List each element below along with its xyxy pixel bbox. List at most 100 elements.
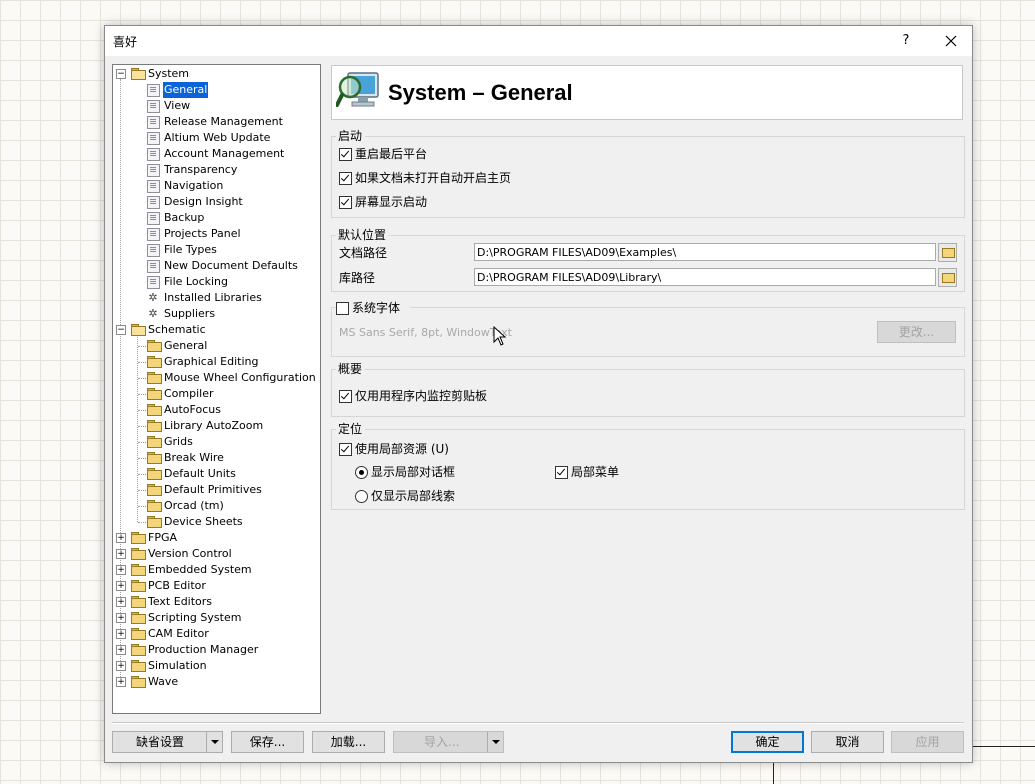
tree-item[interactable]: + Wave [113, 674, 318, 690]
expand-icon[interactable]: + [116, 565, 126, 575]
group-title: 默认位置 [336, 228, 390, 242]
folder-icon [131, 596, 146, 608]
library-path-browse-button[interactable] [938, 268, 957, 287]
expand-icon[interactable]: + [116, 581, 126, 591]
tree-label: FPGA [148, 531, 178, 544]
document-path-input[interactable]: D:\PROGRAM FILES\AD09\Examples\ [474, 243, 936, 261]
tree-item[interactable]: − Schematic [113, 322, 318, 338]
tree-item[interactable]: New Document Defaults [113, 258, 318, 274]
tree-item[interactable]: Break Wire [113, 450, 318, 466]
tree-item[interactable]: + Production Manager [113, 642, 318, 658]
save-button[interactable]: 保存... [231, 731, 304, 753]
folder-icon [147, 388, 162, 400]
tree-item[interactable]: + Embedded System [113, 562, 318, 578]
tree-label: Orcad (tm) [164, 499, 224, 512]
localization-group: 定位 使用局部资源 (U) 显示局部对话框 仅显示局部线索 局部菜单 [331, 422, 965, 510]
apply-button[interactable]: 应用 [891, 731, 964, 753]
close-button[interactable] [931, 26, 971, 56]
folder-open-icon [942, 248, 955, 258]
tree-item[interactable]: Altium Web Update [113, 130, 318, 146]
tree-item[interactable]: Mouse Wheel Configuration [113, 370, 318, 386]
tree-item[interactable]: Design Insight [113, 194, 318, 210]
tree-label: Simulation [148, 659, 207, 672]
expand-icon[interactable]: + [116, 533, 126, 543]
tree-item[interactable]: File Locking [113, 274, 318, 290]
tree-label: Embedded System [148, 563, 252, 576]
library-path-input[interactable]: D:\PROGRAM FILES\AD09\Library\ [474, 268, 936, 286]
defaults-split-button[interactable]: 缺省设置 [112, 731, 223, 753]
expand-icon[interactable]: + [116, 597, 126, 607]
tree-item[interactable]: Compiler [113, 386, 318, 402]
tree-item[interactable]: Device Sheets [113, 514, 318, 530]
tree-item[interactable]: + Scripting System [113, 610, 318, 626]
page-icon [147, 276, 160, 289]
tree-item[interactable]: + PCB Editor [113, 578, 318, 594]
tree-label: Projects Panel [164, 227, 241, 240]
import-split-button[interactable]: 导入... [393, 731, 504, 753]
load-button[interactable]: 加载... [312, 731, 385, 753]
tree-label: PCB Editor [148, 579, 206, 592]
tree-item[interactable]: Projects Panel [113, 226, 318, 242]
radio-circle [355, 466, 368, 479]
folder-icon [131, 676, 146, 688]
tree-item[interactable]: Grids [113, 434, 318, 450]
chevron-down-icon[interactable] [487, 732, 503, 752]
tree-item[interactable]: Default Primitives [113, 482, 318, 498]
tree-item[interactable]: ✲ Installed Libraries [113, 290, 318, 306]
tree-item[interactable]: Backup [113, 210, 318, 226]
tree-item[interactable]: + FPGA [113, 530, 318, 546]
tree-item[interactable]: Release Management [113, 114, 318, 130]
folder-icon [131, 68, 146, 80]
folder-icon [131, 660, 146, 672]
general-group: 概要 仅用用程序内监控剪贴板 [331, 362, 965, 417]
checkbox-box [339, 196, 352, 209]
title-bar: 喜好 ? [105, 26, 972, 56]
tree-item[interactable]: Orcad (tm) [113, 498, 318, 514]
tree-item[interactable]: Default Units [113, 466, 318, 482]
tree-label: General [163, 82, 209, 98]
tree-item[interactable]: General [113, 82, 318, 98]
tree-item[interactable]: General [113, 338, 318, 354]
tree-item[interactable]: + Version Control [113, 546, 318, 562]
tree-item[interactable]: Account Management [113, 146, 318, 162]
expand-icon[interactable]: + [116, 645, 126, 655]
change-font-button[interactable]: 更改... [877, 321, 956, 343]
tree-item[interactable]: Navigation [113, 178, 318, 194]
tree-label: Graphical Editing [164, 355, 259, 368]
folder-icon [131, 564, 146, 576]
folder-icon [131, 644, 146, 656]
expand-icon[interactable]: + [116, 629, 126, 639]
defaults-button-label: 缺省设置 [136, 735, 185, 749]
tree-label: New Document Defaults [164, 259, 298, 272]
ok-button[interactable]: 确定 [731, 731, 804, 753]
collapse-icon[interactable]: − [116, 325, 126, 335]
tree-item[interactable]: + Simulation [113, 658, 318, 674]
system-font-checkbox[interactable]: 系统字体 [336, 300, 410, 316]
preferences-tree[interactable]: − System General View Release Management Alti… [112, 64, 321, 714]
expand-icon[interactable]: + [116, 661, 126, 671]
collapse-icon[interactable]: − [116, 69, 126, 79]
tree-item[interactable]: ✲ Suppliers [113, 306, 318, 322]
tree-item[interactable]: File Types [113, 242, 318, 258]
chevron-down-icon[interactable] [206, 732, 222, 752]
expand-icon[interactable]: + [116, 677, 126, 687]
tree-item[interactable]: + Text Editors [113, 594, 318, 610]
gear-icon: ✲ [148, 307, 158, 320]
folder-icon [147, 468, 162, 480]
tree-item[interactable]: + CAM Editor [113, 626, 318, 642]
tree-item[interactable]: AutoFocus [113, 402, 318, 418]
expand-icon[interactable]: + [116, 549, 126, 559]
tree-item[interactable]: View [113, 98, 318, 114]
tree-item[interactable]: Library AutoZoom [113, 418, 318, 434]
expand-icon[interactable]: + [116, 613, 126, 623]
help-button[interactable]: ? [891, 26, 921, 56]
folder-icon [147, 372, 162, 384]
checkbox-box [555, 466, 568, 479]
tree-item[interactable]: Transparency [113, 162, 318, 178]
close-icon [945, 35, 957, 47]
tree-label: Suppliers [164, 307, 216, 320]
cancel-button[interactable]: 取消 [811, 731, 884, 753]
tree-item[interactable]: − System [113, 66, 318, 82]
tree-item[interactable]: Graphical Editing [113, 354, 318, 370]
document-path-browse-button[interactable] [938, 243, 957, 262]
